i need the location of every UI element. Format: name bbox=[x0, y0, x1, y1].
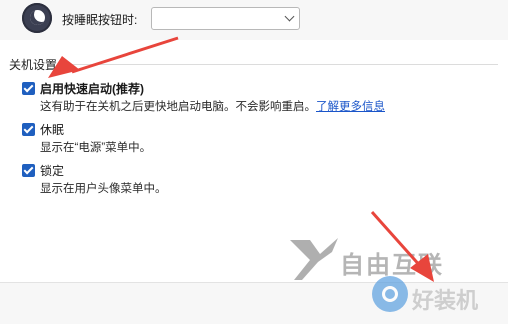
annotation-arrows bbox=[48, 36, 434, 282]
arrow-line-1 bbox=[71, 36, 179, 74]
arrow-head-1 bbox=[48, 56, 80, 78]
arrow-line-2 bbox=[370, 211, 424, 269]
